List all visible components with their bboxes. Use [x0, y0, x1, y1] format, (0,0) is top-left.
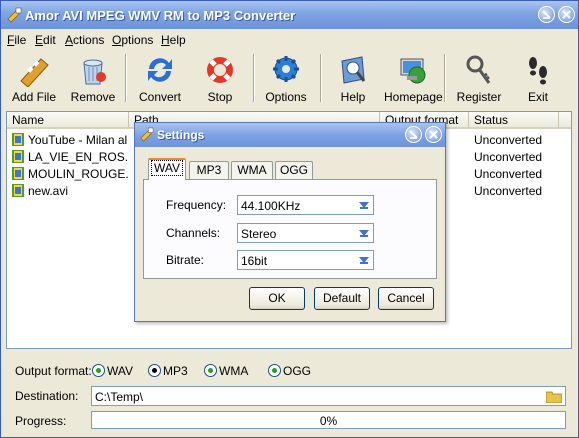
dialog-title: Settings — [157, 128, 205, 142]
file-status: Unconverted — [474, 184, 543, 198]
toolbar-separator — [444, 54, 446, 102]
convert-button[interactable]: Convert — [132, 52, 188, 106]
channels-value: Stereo — [241, 227, 277, 241]
register-button[interactable]: Register — [451, 52, 507, 106]
exit-button[interactable]: Exit — [510, 52, 566, 106]
tab-panel-wav: Frequency: 44.100KHz Channels: Stereo Bi… — [143, 179, 437, 279]
chevron-down-icon[interactable] — [356, 197, 372, 213]
menu-options[interactable]: Options — [112, 33, 153, 47]
folder-icon[interactable] — [546, 390, 562, 403]
toolbar: Add File Remove Convert Stop Options Hel… — [1, 50, 578, 107]
convert-arrows-icon — [148, 58, 172, 82]
close-icon — [562, 10, 571, 19]
bitrate-label: Bitrate: — [166, 253, 205, 267]
chevron-down-icon[interactable] — [356, 225, 372, 241]
app-icon — [140, 127, 154, 142]
toolbar-separator — [125, 54, 127, 102]
minimize-icon — [409, 130, 418, 139]
title-bar[interactable]: Amor AVI MPEG WMV RM to MP3 Converter — [1, 1, 578, 29]
file-name: YouTube - Milan al... — [28, 133, 128, 147]
stop-button[interactable]: Stop — [192, 52, 248, 106]
file-status: Unconverted — [474, 150, 543, 164]
frequency-label: Frequency: — [166, 198, 227, 212]
menu-bar: File Edit Actions Options Help — [1, 30, 578, 50]
menu-actions[interactable]: Actions — [65, 33, 104, 47]
destination-label: Destination: — [15, 389, 79, 403]
radio-ogg-label[interactable]: OGG — [283, 364, 311, 378]
globe-icon — [400, 58, 426, 84]
window-title: Amor AVI MPEG WMV RM to MP3 Converter — [25, 8, 296, 23]
channels-select[interactable]: Stereo — [237, 223, 374, 243]
radio-wav-label[interactable]: WAV — [107, 364, 133, 378]
channels-label: Channels: — [166, 226, 221, 240]
file-name: LA_VIE_EN_ROS... — [28, 150, 128, 164]
tab-mp3[interactable]: MP3 — [189, 161, 229, 179]
radio-wma[interactable] — [204, 364, 217, 377]
close-icon — [429, 130, 438, 139]
cancel-button[interactable]: Cancel — [378, 287, 434, 310]
video-file-icon — [12, 133, 24, 146]
help-book-icon — [341, 56, 366, 84]
default-button[interactable]: Default — [314, 287, 370, 310]
radio-mp3-label[interactable]: MP3 — [163, 364, 188, 378]
chevron-down-icon[interactable] — [356, 252, 372, 268]
film-strip-icon — [20, 58, 49, 87]
file-name: new.avi — [28, 184, 69, 198]
column-header-status[interactable]: Status — [469, 112, 559, 129]
settings-dialog: Settings Frequency: 44.100KHz Channels: … — [134, 122, 446, 322]
radio-mp3[interactable] — [148, 364, 161, 377]
video-file-icon — [12, 150, 24, 163]
footprints-icon — [529, 57, 547, 85]
video-file-icon — [12, 184, 24, 197]
tab-wav[interactable]: WAV — [148, 158, 186, 180]
dialog-close-button[interactable] — [425, 126, 442, 143]
toolbar-separator — [253, 54, 255, 102]
bitrate-select[interactable]: 16bit — [237, 250, 374, 270]
ok-button[interactable]: OK — [249, 287, 305, 310]
menu-file[interactable]: File — [7, 33, 26, 47]
bitrate-value: 16bit — [241, 254, 268, 268]
tab-ogg[interactable]: OGG — [275, 161, 313, 179]
minimize-button[interactable] — [538, 6, 555, 23]
destination-value: C:\Temp\ — [95, 390, 144, 404]
progress-text: 0% — [319, 414, 338, 428]
output-format-label: Output format: — [15, 364, 92, 378]
dialog-title-bar[interactable]: Settings — [135, 123, 445, 147]
main-window: Amor AVI MPEG WMV RM to MP3 Converter Fi… — [0, 0, 579, 438]
radio-ogg[interactable] — [268, 364, 281, 377]
menu-edit[interactable]: Edit — [35, 33, 56, 47]
lifebuoy-icon — [207, 57, 233, 83]
app-icon — [7, 7, 22, 23]
close-button[interactable] — [558, 6, 575, 23]
options-button[interactable]: Options — [258, 52, 314, 106]
radio-wma-label[interactable]: WMA — [219, 364, 248, 378]
menu-help[interactable]: Help — [161, 33, 186, 47]
progress-label: Progress: — [15, 414, 67, 428]
file-name: MOULIN_ROUGE... — [28, 167, 128, 181]
file-status: Unconverted — [474, 133, 543, 147]
column-header-name[interactable]: Name — [7, 112, 129, 129]
remove-button[interactable]: Remove — [65, 52, 121, 106]
homepage-button[interactable]: Homepage — [384, 52, 443, 106]
gear-icon — [273, 56, 299, 82]
progress-bar: 0% — [91, 411, 566, 429]
help-button[interactable]: Help — [325, 52, 381, 106]
add-file-button[interactable]: Add File — [6, 52, 62, 106]
recycle-bin-icon — [83, 59, 106, 85]
toolbar-separator — [320, 54, 322, 102]
tab-wma[interactable]: WMA — [231, 161, 273, 179]
frequency-value: 44.100KHz — [241, 199, 301, 213]
destination-field[interactable]: C:\Temp\ — [91, 386, 566, 406]
dialog-minimize-button[interactable] — [405, 126, 422, 143]
minimize-icon — [542, 10, 551, 19]
radio-wav[interactable] — [92, 364, 105, 377]
file-status: Unconverted — [474, 167, 543, 181]
key-icon — [466, 55, 491, 84]
column-header-filler — [559, 112, 571, 129]
video-file-icon — [12, 167, 24, 180]
bottom-panel: Output format: WAV MP3 WMA OGG Destinati… — [1, 354, 578, 438]
frequency-select[interactable]: 44.100KHz — [237, 195, 374, 215]
